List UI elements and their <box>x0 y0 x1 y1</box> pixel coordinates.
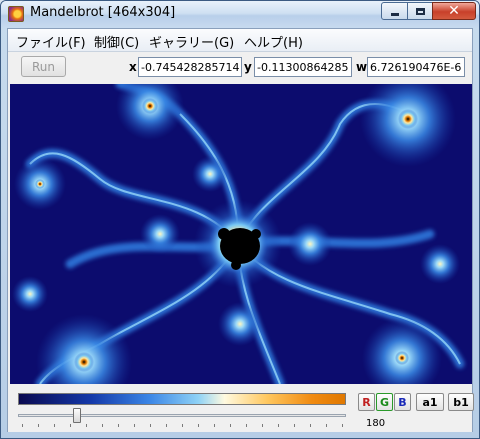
slider-value: 180 <box>366 418 386 429</box>
window-title: Mandelbrot [464x304] <box>30 5 176 20</box>
color-gradient-bar[interactable] <box>18 393 346 405</box>
y-coordinate-input[interactable] <box>254 57 352 77</box>
client-area: ファイル(F) 制御(C) ギャラリー(G) ヘルプ(H) Run x y w <box>7 28 474 432</box>
close-icon: ✕ <box>448 3 460 19</box>
a1-button[interactable]: a1 <box>416 393 444 411</box>
palette-slider-track[interactable] <box>18 414 346 417</box>
maximize-icon <box>415 7 425 15</box>
menu-control[interactable]: 制御(C) <box>94 32 139 51</box>
y-label: y <box>244 60 252 74</box>
palette-panel: 180 R G B a1 b1 <box>8 384 474 432</box>
app-window: Mandelbrot [464x304] ✕ ファイル(F) 制御(C) ギャラ… <box>0 0 480 439</box>
w-label: w <box>356 60 368 74</box>
close-button[interactable]: ✕ <box>432 2 476 20</box>
x-coordinate-input[interactable] <box>138 57 242 77</box>
run-button[interactable]: Run <box>21 56 66 77</box>
mandelbrot-render <box>10 84 472 384</box>
fractal-canvas[interactable] <box>10 84 472 384</box>
menu-file[interactable]: ファイル(F) <box>16 32 86 51</box>
b1-button[interactable]: b1 <box>448 393 474 411</box>
mandelbrot-app-icon[interactable] <box>8 6 24 22</box>
toolbar: Run x y w <box>8 52 472 84</box>
x-label: x <box>129 60 137 74</box>
maximize-button[interactable] <box>407 2 433 20</box>
menu-bar: ファイル(F) 制御(C) ギャラリー(G) ヘルプ(H) <box>8 29 472 52</box>
menu-help[interactable]: ヘルプ(H) <box>244 32 303 51</box>
blue-channel-button[interactable]: B <box>394 393 411 411</box>
w-width-input[interactable] <box>367 57 465 77</box>
title-bar[interactable]: Mandelbrot [464x304] ✕ <box>1 1 479 28</box>
minimize-button[interactable] <box>381 2 408 20</box>
minimize-icon <box>390 13 399 16</box>
slider-ticks <box>22 424 344 427</box>
red-channel-button[interactable]: R <box>358 393 375 411</box>
palette-slider-thumb[interactable] <box>73 408 81 423</box>
menu-gallery[interactable]: ギャラリー(G) <box>149 32 234 51</box>
green-channel-button[interactable]: G <box>376 393 393 411</box>
